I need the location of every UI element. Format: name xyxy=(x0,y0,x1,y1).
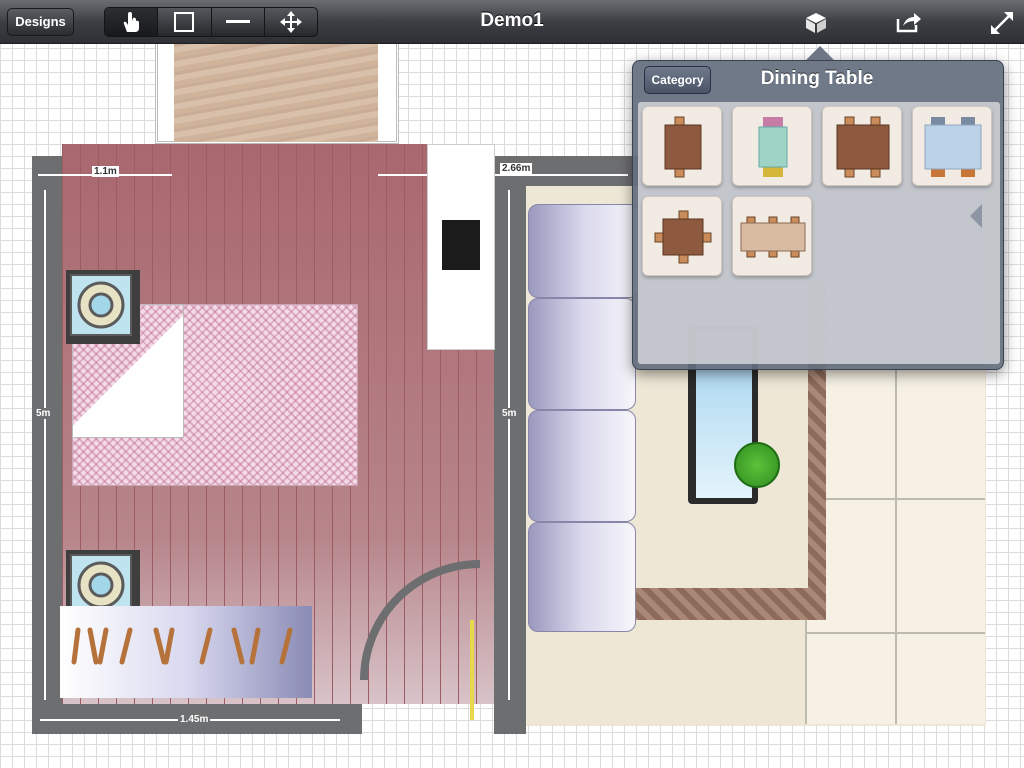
rect-table-icon xyxy=(836,116,890,178)
wall-middle[interactable] xyxy=(494,186,526,734)
furniture-tile-glass-table[interactable] xyxy=(732,106,812,186)
desk-monitor[interactable] xyxy=(442,220,480,270)
dim-label-left: 5m xyxy=(34,408,53,419)
dim-line-left xyxy=(44,190,46,700)
hand-tool-icon xyxy=(123,12,140,32)
nightstand-top[interactable] xyxy=(66,270,140,344)
popover-title: Dining Table xyxy=(760,68,874,89)
dim-label-bottom: 1.45m xyxy=(178,714,211,725)
furniture-tile-long-table[interactable] xyxy=(732,196,812,276)
rectangle-tool-button[interactable] xyxy=(158,8,212,36)
sofa-cushion-1[interactable] xyxy=(528,298,636,410)
document-title: Demo1 xyxy=(480,10,544,31)
wardrobe[interactable] xyxy=(60,606,312,698)
sofa-back[interactable] xyxy=(528,204,640,298)
rectangle-tool-icon xyxy=(174,12,195,32)
dim-label-top-right: 2.66m xyxy=(500,163,533,174)
dim-line-middle xyxy=(508,190,510,700)
line-tool-button[interactable] xyxy=(212,8,265,36)
wall-left[interactable] xyxy=(32,156,62,734)
furniture-tile-glass-table-4[interactable] xyxy=(912,106,992,186)
fullscreen-icon xyxy=(991,12,1013,34)
category-button[interactable]: Category xyxy=(644,66,711,94)
designs-button[interactable]: Designs xyxy=(7,8,74,36)
dim-label-top-left: 1.1m xyxy=(92,166,119,177)
marble-balcony-floor[interactable] xyxy=(174,44,378,142)
door-jamb xyxy=(470,620,474,720)
potted-plant[interactable] xyxy=(734,442,780,488)
top-toolbar: Designs Demo1 xyxy=(0,0,1024,44)
hand-tool-button[interactable] xyxy=(105,8,159,36)
lamp-icon xyxy=(77,281,125,329)
dining-table-icon xyxy=(664,116,702,178)
sofa-cushion-2[interactable] xyxy=(528,410,636,522)
chevron-left-icon[interactable] xyxy=(970,204,982,228)
furniture-tile-side-chairs[interactable] xyxy=(642,196,722,276)
long-table-icon xyxy=(740,216,806,258)
popover-arrow xyxy=(806,46,834,60)
hangers-icon xyxy=(71,627,293,665)
line-tool-icon xyxy=(225,20,250,23)
glass-table-icon xyxy=(758,117,788,177)
tile-floor xyxy=(805,364,985,724)
dim-label-middle: 5m xyxy=(500,408,519,419)
sofa-cushion-3[interactable] xyxy=(528,522,636,632)
share-button[interactable] xyxy=(896,11,922,38)
move-tool-button[interactable] xyxy=(265,8,317,36)
side-chairs-table-icon xyxy=(654,210,712,264)
fullscreen-button[interactable] xyxy=(990,11,1014,40)
tool-segmented-control xyxy=(104,7,318,37)
share-icon xyxy=(896,13,921,33)
nightstand-lamp xyxy=(70,274,132,336)
glass-table-4-icon xyxy=(924,117,982,177)
furniture-tile-square-table[interactable] xyxy=(642,106,722,186)
3d-view-button[interactable] xyxy=(804,11,828,40)
move-tool-icon xyxy=(279,11,302,33)
dim-line-top-right xyxy=(378,174,628,176)
furniture-tile-rect-table[interactable] xyxy=(822,106,902,186)
cube-icon xyxy=(806,13,826,33)
